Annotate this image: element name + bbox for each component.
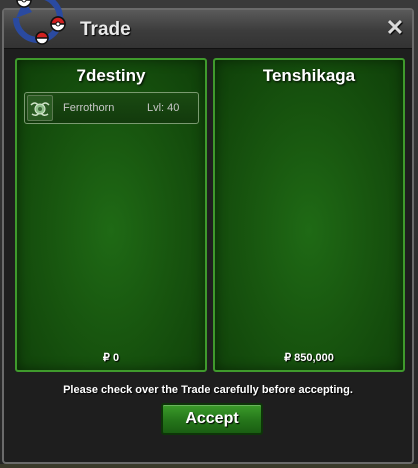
- trade-notice: Please check over the Trade carefully be…: [63, 384, 353, 396]
- trade-window: Trade ✕ 7destiny Ferrothorn Lvl: 40 ₽ 0 …: [2, 8, 414, 464]
- pokemon-level: Lvl: 40: [147, 102, 180, 114]
- player-name-left: 7destiny: [76, 66, 146, 85]
- money-left: ₽ 0: [102, 352, 120, 364]
- pokemon-slot[interactable]: Ferrothorn Lvl: 40: [24, 92, 199, 124]
- window-title: Trade: [80, 19, 131, 40]
- close-icon[interactable]: ✕: [384, 17, 406, 39]
- money-right: ₽ 850,000: [284, 352, 334, 364]
- pokeball-logo-icon: [13, 0, 66, 45]
- player-name-right: Tenshikaga: [262, 66, 356, 85]
- ferrothorn-icon: [27, 95, 53, 121]
- offer-panel-right: Tenshikaga ₽ 850,000: [213, 58, 405, 372]
- footer-strip: [0, 464, 418, 468]
- pokemon-name: Ferrothorn: [63, 102, 115, 114]
- offer-panel-left: 7destiny Ferrothorn Lvl: 40 ₽ 0: [15, 58, 207, 372]
- accept-button[interactable]: Accept: [161, 403, 263, 435]
